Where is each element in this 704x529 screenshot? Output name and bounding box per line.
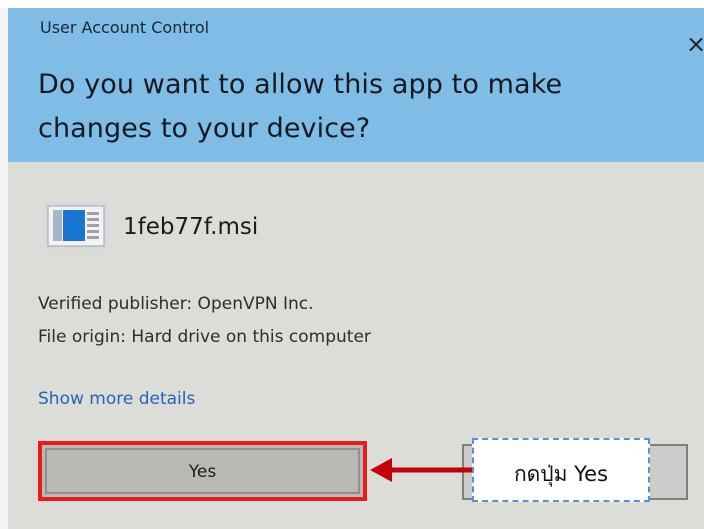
msi-file-icon (44, 202, 108, 250)
permission-question: Do you want to allow this app to make ch… (38, 63, 628, 151)
close-icon[interactable]: × (684, 32, 704, 56)
window-title: User Account Control (40, 18, 210, 37)
instruction-callout: กดปุ่ม Yes (472, 438, 650, 502)
yes-button-label: Yes (188, 462, 217, 482)
file-origin: File origin: Hard drive on this computer (38, 327, 371, 347)
permission-question-line-2: changes to your device? (38, 113, 371, 144)
photo-edge (0, 8, 8, 529)
yes-button[interactable]: Yes (38, 441, 367, 501)
dialog-content: 1feb77f.msi Verified publisher: OpenVPN … (8, 162, 704, 529)
permission-question-line-1: Do you want to allow this app to make (38, 69, 563, 100)
pointer-arrow-icon (370, 458, 474, 482)
verified-publisher: Verified publisher: OpenVPN Inc. (38, 294, 314, 314)
instruction-label: กดปุ่ม Yes (513, 462, 609, 486)
file-name: 1feb77f.msi (123, 214, 259, 240)
user-account-control-dialog: User Account Control × Do you want to al… (8, 8, 704, 529)
dialog-header: User Account Control × Do you want to al… (8, 8, 704, 162)
show-more-details-link[interactable]: Show more details (38, 389, 195, 409)
